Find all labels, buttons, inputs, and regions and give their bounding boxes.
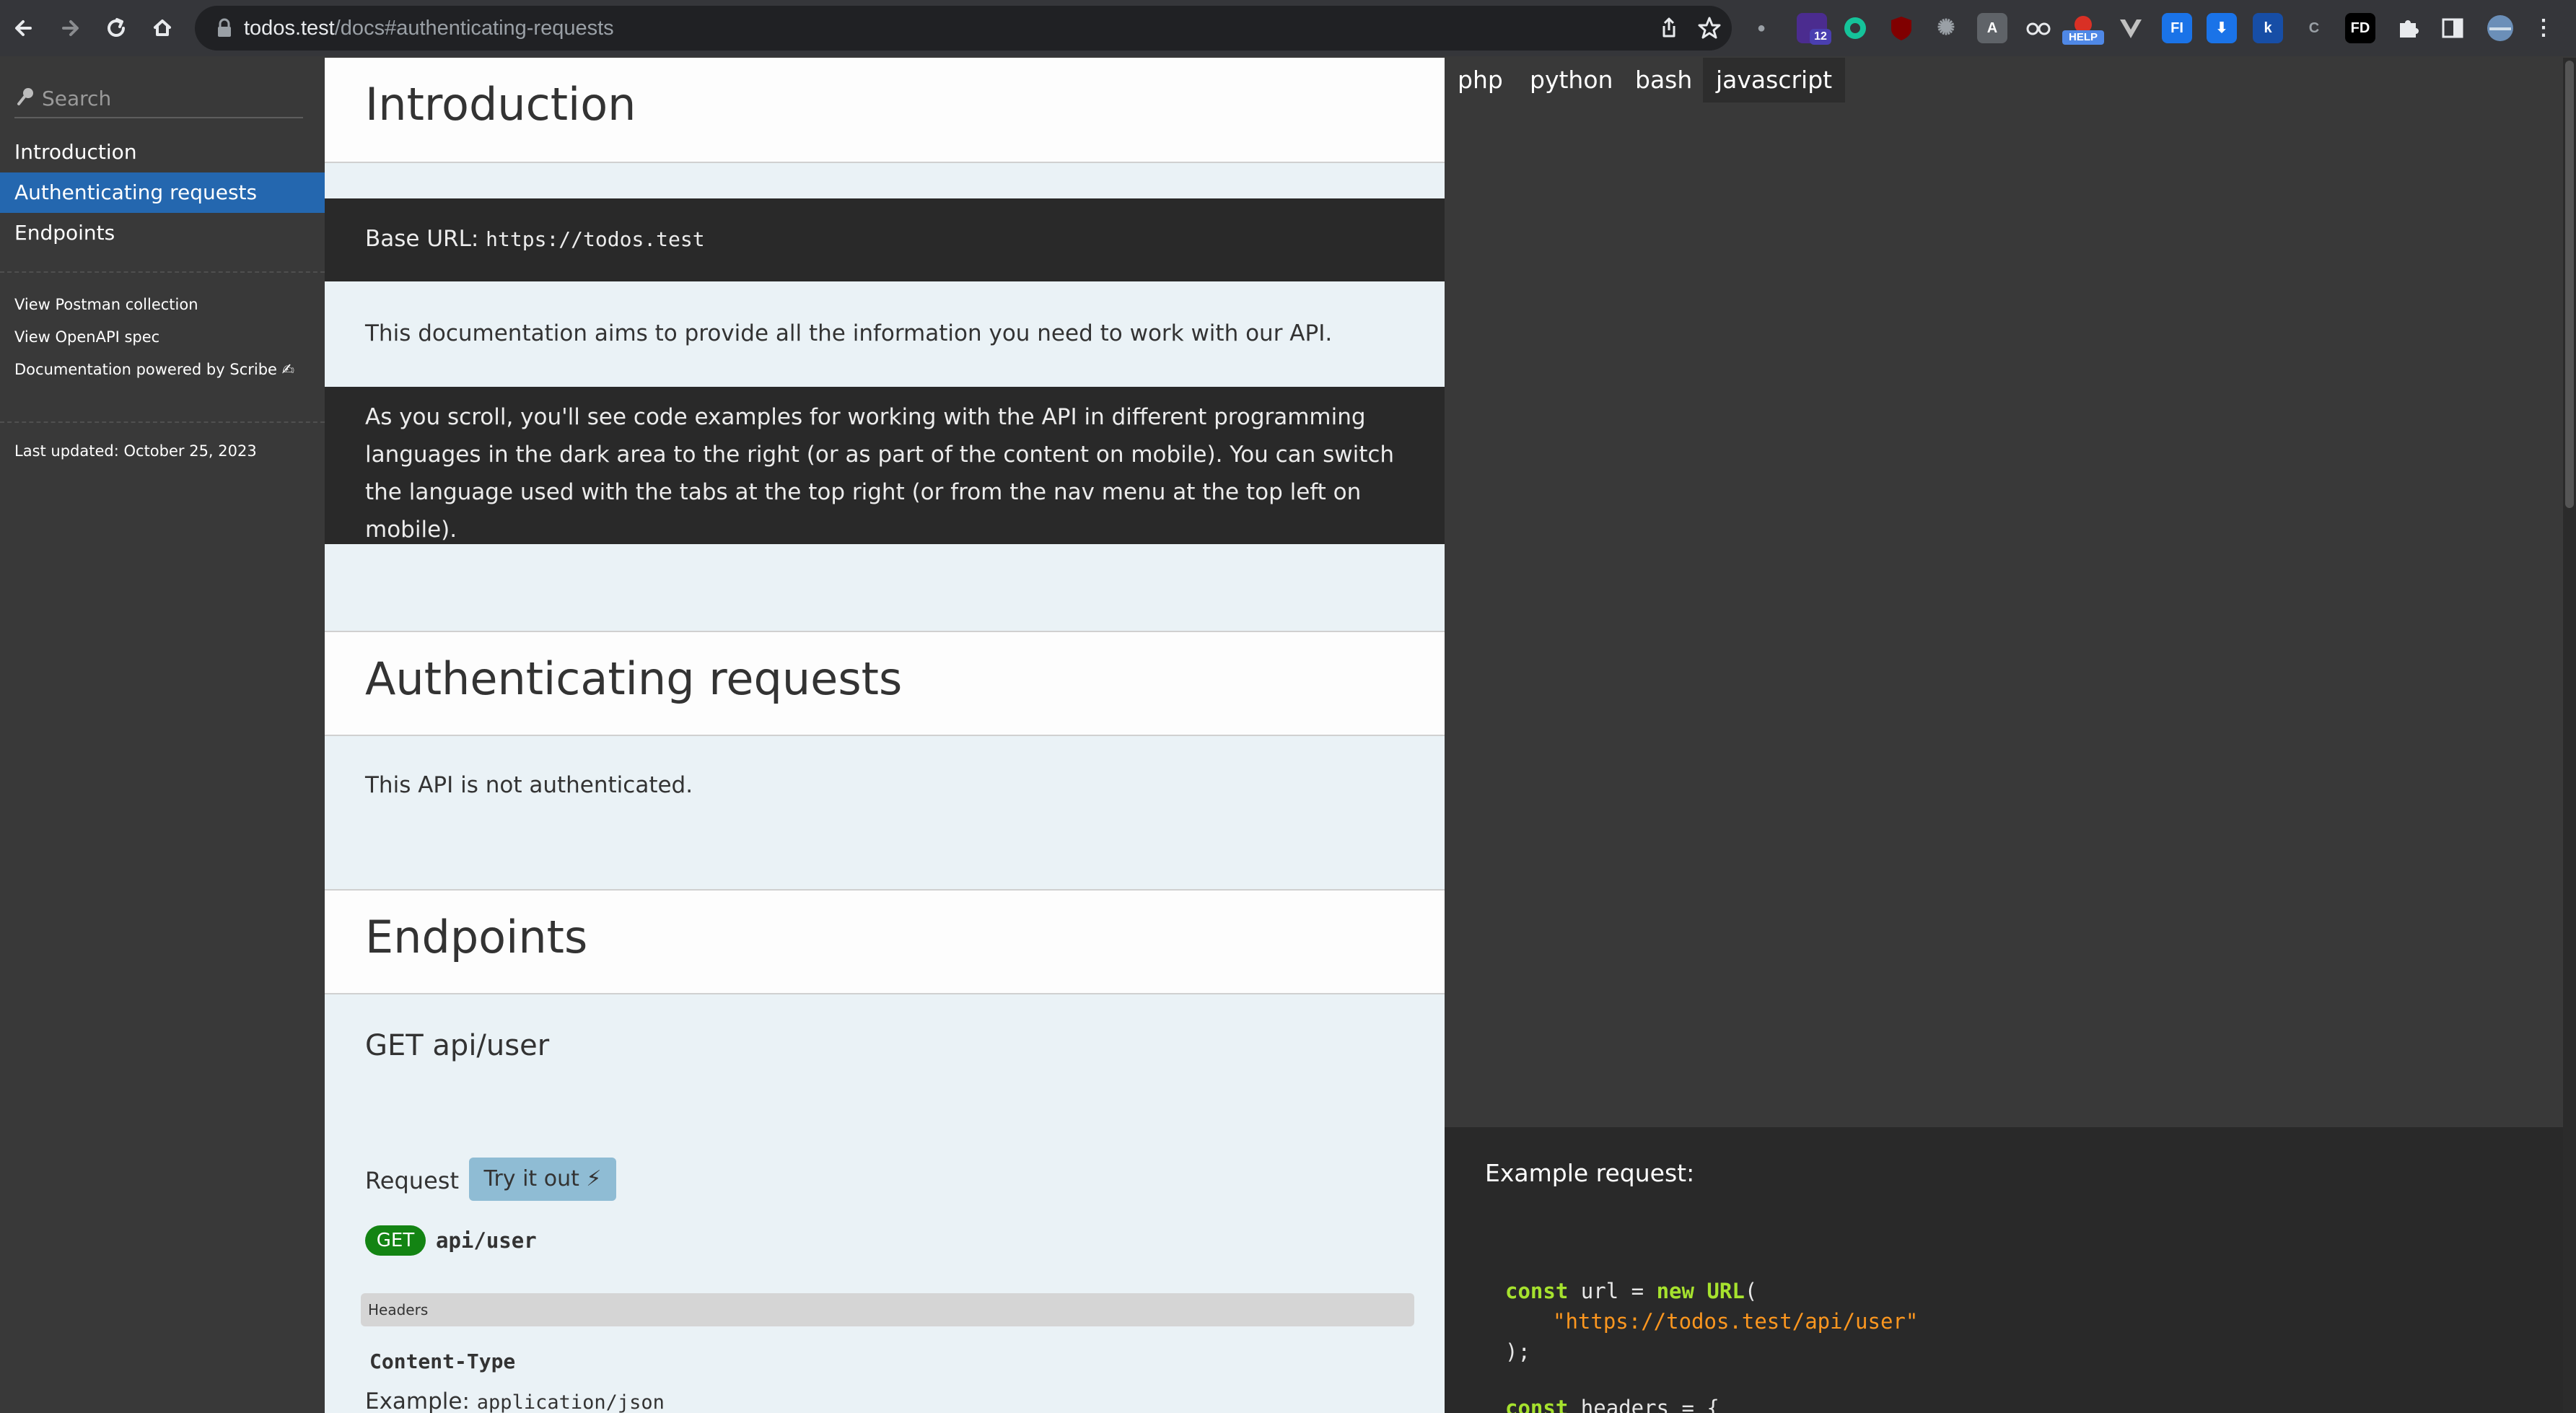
url-text: todos.test/docs#authenticating-requests [244, 6, 614, 51]
code-string: "https://todos.test/api/user" [1553, 1309, 1919, 1334]
extension-generic-icon[interactable]: ● [1746, 13, 1777, 43]
grammarly-icon[interactable] [1840, 13, 1870, 43]
code-line-4: const headers = { [1505, 1393, 1719, 1413]
code-keyword: URL [1707, 1279, 1745, 1303]
page-scrollbar-thumb[interactable] [2565, 61, 2574, 508]
url-host: todos.test [244, 17, 335, 40]
address-bar[interactable]: todos.test/docs#authenticating-requests [195, 6, 1732, 51]
last-updated-text: Last updated: October 25, 2023 [14, 442, 257, 460]
intro-paragraph: This documentation aims to provide all t… [365, 320, 1333, 346]
code-keyword: new [1656, 1279, 1694, 1303]
authenticating-requests-heading: Authenticating requests [365, 652, 903, 705]
endpoints-section-header: Endpoints [325, 889, 1445, 994]
code-samples-pane: php python bash javascript Example reque… [1445, 58, 2563, 1413]
vue-devtools-icon[interactable] [2116, 13, 2146, 43]
toc-item-introduction[interactable]: Introduction [0, 132, 325, 172]
openapi-spec-link[interactable]: View OpenAPI spec [14, 328, 159, 346]
fd-extension-label: FD [2350, 20, 2370, 36]
tab-python[interactable]: python [1517, 58, 1626, 102]
endpoint-route: api/user [436, 1228, 537, 1253]
toc-item-authenticating-requests[interactable]: Authenticating requests [0, 172, 325, 213]
forward-icon[interactable] [51, 9, 89, 48]
browser-toolbar: todos.test/docs#authenticating-requests … [0, 0, 2576, 56]
scribe-powered-link[interactable]: Documentation powered by Scribe ✍ [14, 361, 294, 378]
base-url-label: Base URL: [365, 226, 479, 252]
ublock-icon[interactable] [1886, 13, 1916, 43]
lock-icon [218, 18, 231, 37]
browser-menu-icon[interactable]: ⋮ [2528, 13, 2559, 43]
docs-sidebar: Introduction Authenticating requests End… [0, 58, 325, 1413]
code-text: url [1580, 1279, 1619, 1303]
header-example-value: application/json [476, 1391, 665, 1413]
code-line-2: "https://todos.test/api/user" [1553, 1306, 1918, 1337]
endpoints-heading: Endpoints [365, 911, 588, 963]
code-text: headers = { [1580, 1396, 1719, 1413]
try-it-out-button[interactable]: Try it out ⚡ [469, 1158, 616, 1201]
bookmark-star-icon[interactable] [1696, 14, 1723, 42]
auth-section-header: Authenticating requests [325, 631, 1445, 736]
code-keyword: const [1505, 1279, 1569, 1303]
scroll-paragraph: As you scroll, you'll see code examples … [365, 404, 1395, 543]
docs-content: Introduction Base URL: https://todos.tes… [325, 58, 1445, 1413]
introduction-section-header: Introduction [325, 58, 1445, 163]
example-request-block: Example request: const url = new URL( "h… [1445, 1127, 2563, 1413]
headers-section-bar: Headers [361, 1293, 1414, 1326]
search-box [14, 78, 303, 118]
sidebar-divider [0, 271, 325, 273]
sidebar-divider [0, 421, 325, 423]
auth-paragraph: This API is not authenticated. [365, 772, 693, 798]
profile-avatar-icon[interactable] [2485, 13, 2515, 43]
fi-extension-icon[interactable]: FI [2162, 13, 2192, 43]
translate-extension-icon[interactable]: A [1977, 13, 2007, 43]
code-line-1: const url = new URL( [1505, 1276, 1757, 1306]
postman-collection-link[interactable]: View Postman collection [14, 296, 198, 313]
code-text: ( [1744, 1279, 1758, 1303]
fd-extension-icon[interactable]: FD [2345, 13, 2375, 43]
example-request-title: Example request: [1485, 1159, 1695, 1187]
side-panel-icon[interactable] [2437, 13, 2468, 43]
code-keyword: const [1505, 1396, 1569, 1413]
reload-icon[interactable] [97, 9, 136, 48]
search-icon [17, 88, 33, 105]
header-example-line: Example: application/json [365, 1388, 665, 1413]
method-badge-get: GET [365, 1225, 426, 1256]
download-extension-icon[interactable]: ⬇ [2207, 13, 2237, 43]
puzzle-extensions-icon[interactable] [2393, 13, 2423, 43]
tab-javascript[interactable]: javascript [1703, 58, 1846, 102]
back-icon[interactable] [4, 9, 43, 48]
help-extension-icon[interactable]: HELP [2062, 13, 2104, 45]
base-url-value: https://todos.test [486, 227, 705, 251]
url-path: /docs#authenticating-requests [334, 17, 614, 40]
glasses-extension-icon[interactable] [2023, 13, 2054, 43]
help-badge: HELP [2062, 30, 2104, 45]
search-input[interactable] [42, 82, 294, 114]
share-icon[interactable] [1655, 14, 1683, 42]
extension-counter-icon[interactable]: 12 [1797, 13, 1831, 45]
settings-extension-icon[interactable]: ✺ [1931, 13, 1961, 43]
header-name-content-type: Content-Type [369, 1349, 516, 1373]
extension-count-badge: 12 [1810, 29, 1831, 45]
base-url-block: Base URL: https://todos.test [325, 198, 1445, 281]
tab-bash[interactable]: bash [1622, 58, 1705, 102]
introduction-heading: Introduction [365, 78, 636, 131]
header-example-label: Example: [365, 1388, 470, 1413]
base-url-line: Base URL: https://todos.test [365, 220, 1419, 258]
code-explanation-block: As you scroll, you'll see code examples … [325, 387, 1445, 544]
ik-extension-icon[interactable]: k [2253, 13, 2283, 43]
c-extension-icon[interactable]: C [2299, 13, 2329, 43]
toc-item-endpoints[interactable]: Endpoints [0, 213, 325, 253]
code-text: = [1631, 1279, 1657, 1303]
home-icon[interactable] [143, 9, 182, 48]
tab-php[interactable]: php [1445, 58, 1516, 102]
endpoint-heading: GET api/user [365, 1029, 550, 1062]
code-line-3: ); [1505, 1339, 1530, 1364]
